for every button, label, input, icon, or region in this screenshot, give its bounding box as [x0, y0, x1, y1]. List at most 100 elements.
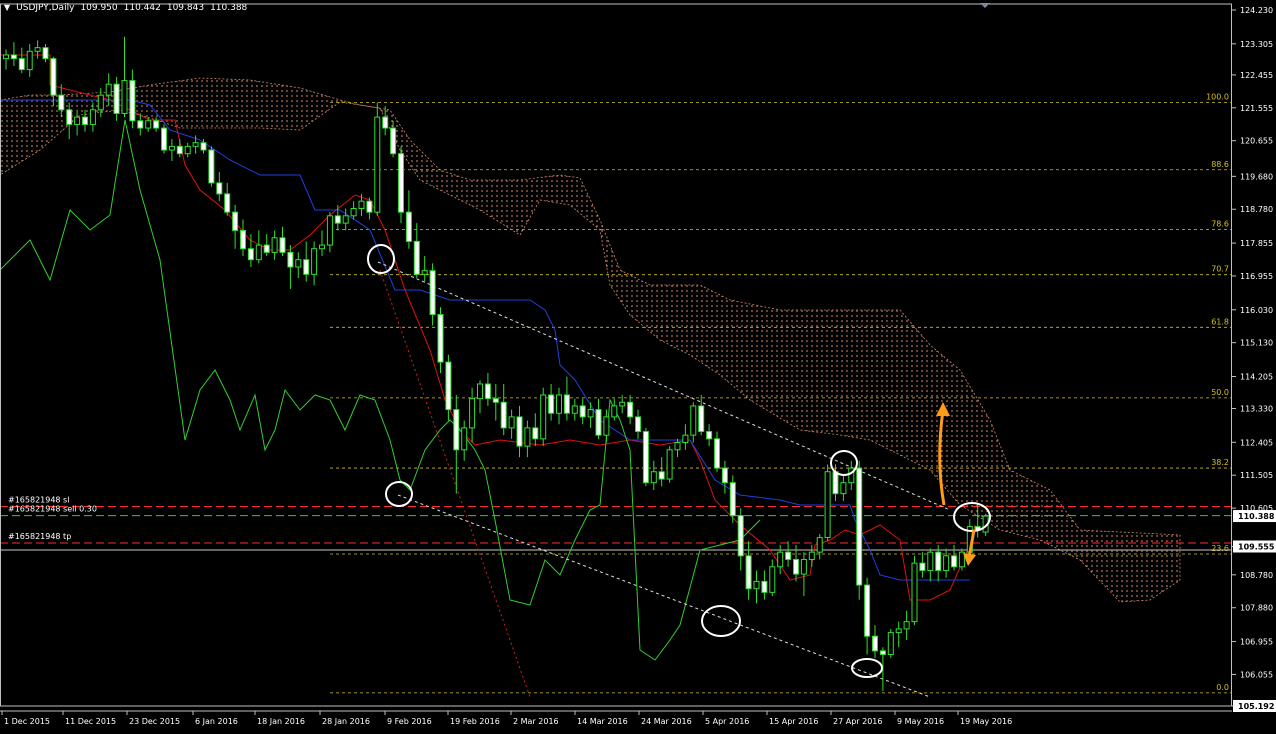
candle-body — [872, 635, 878, 652]
candle-body — [698, 405, 705, 433]
y-tick-label: 119.680 — [1240, 172, 1273, 181]
candle-body — [943, 555, 950, 571]
candle-body — [295, 259, 302, 268]
candle-body — [421, 270, 428, 275]
candle-body — [34, 47, 41, 52]
y-tick-label: 112.405 — [1240, 438, 1273, 447]
candle-body — [769, 566, 776, 593]
y-tick-label: 117.855 — [1240, 239, 1273, 248]
candle-body — [682, 434, 689, 443]
candle-body — [540, 394, 547, 440]
candle-body — [579, 405, 586, 418]
candle-body — [137, 120, 144, 129]
y-tick-label: 113.330 — [1240, 404, 1273, 413]
candle-body — [50, 58, 57, 96]
y-tick-label: 120.655 — [1240, 137, 1273, 146]
candle-body — [856, 467, 863, 586]
y-tick-label: 116.030 — [1240, 306, 1273, 315]
candle-body — [548, 394, 555, 414]
candle-body — [611, 405, 618, 418]
candle-body — [200, 142, 207, 151]
x-tick-label: 9 May 2016 — [897, 717, 944, 726]
candle-body — [666, 449, 673, 480]
candle-body — [358, 200, 365, 210]
close-price: 110.388 — [210, 3, 248, 13]
candle-body — [366, 200, 373, 213]
candle-body — [74, 116, 81, 125]
chart-title: ▼ USDJPY,Daily 109.950 110.442 109.843 110.38… — [4, 3, 253, 13]
candle-body — [761, 580, 768, 593]
candle-body — [927, 551, 934, 571]
y-tick-label: 111.505 — [1240, 471, 1273, 480]
candle-body — [477, 383, 483, 400]
candle-body — [587, 409, 594, 418]
dropdown-icon[interactable]: ▼ — [4, 3, 10, 12]
candle-body — [145, 120, 152, 129]
candle-body — [10, 54, 17, 60]
candle-body — [334, 215, 341, 224]
candle-body — [192, 142, 199, 147]
x-tick-label: 23 Dec 2015 — [129, 717, 180, 726]
candle-body — [563, 394, 570, 414]
candle-body — [911, 562, 918, 623]
fib-level-label: 78.6 — [1211, 219, 1229, 228]
candle-body — [58, 94, 65, 111]
chart-svg[interactable]: 100.0 88.6 78.6 70.7 61.8 50.0 38.2 23.6 0.0 #165… — [0, 0, 1276, 730]
tp-price-label: 109.555 — [1238, 542, 1275, 551]
x-tick-label: 9 Feb 2016 — [387, 717, 432, 726]
x-tick-label: 27 Apr 2016 — [833, 717, 882, 726]
candle-body — [287, 251, 294, 268]
candle-body — [405, 211, 412, 242]
symbol-label: USDJPY,Daily — [16, 3, 75, 13]
y-tick-label: 116.955 — [1240, 272, 1273, 281]
candle-body — [26, 50, 33, 71]
candle-body — [66, 109, 73, 125]
candle-body — [785, 551, 792, 560]
y-tick-label: 124.230 — [1240, 6, 1273, 15]
y-tick-label: 106.955 — [1240, 638, 1273, 647]
candle-body — [879, 650, 886, 656]
candle-body — [674, 441, 681, 451]
y-tick-label: 108.780 — [1240, 571, 1273, 580]
candle-body — [864, 584, 871, 637]
candle-body — [903, 621, 910, 630]
high-price: 110.442 — [123, 3, 161, 13]
candle-body — [532, 427, 539, 440]
order-label: #165821948 sl — [8, 495, 69, 504]
candle-body — [121, 80, 128, 114]
candle-body — [571, 405, 578, 414]
fib-level-label: 61.8 — [1211, 317, 1229, 326]
candle-body — [658, 471, 665, 480]
candle-body — [129, 80, 136, 122]
fib-level-label: 88.6 — [1211, 160, 1229, 169]
candle-body — [650, 471, 657, 484]
candle-body — [706, 431, 713, 440]
candle-body — [208, 149, 215, 184]
candle-body — [255, 244, 262, 261]
order-label: #165821948 tp — [8, 532, 71, 541]
candle-body — [556, 394, 562, 414]
candle-body — [445, 361, 452, 411]
candle-body — [271, 237, 278, 253]
y-tick-label: 115.130 — [1240, 339, 1273, 348]
fib-level-label: 70.7 — [1211, 265, 1229, 274]
candle-body — [398, 153, 404, 213]
candle-body — [437, 314, 444, 363]
candle-body — [216, 182, 223, 195]
candle-body — [113, 83, 120, 114]
candle-body — [595, 409, 602, 436]
candle-body — [319, 244, 325, 250]
candle-body — [453, 409, 460, 451]
candle-body — [808, 551, 815, 560]
fib-level-label: 0.0 — [1216, 683, 1229, 692]
candle-body — [176, 145, 183, 155]
candle-body — [729, 482, 736, 517]
y-tick-label: 121.555 — [1240, 104, 1273, 113]
candle-body — [413, 240, 420, 275]
current-price-label: 110.388 — [1238, 512, 1275, 521]
candle-body — [777, 551, 784, 568]
candle-body — [516, 416, 523, 447]
chart-area[interactable]: 100.0 88.6 78.6 70.7 61.8 50.0 38.2 23.6 0.0 #165… — [0, 0, 1276, 730]
candle-body — [350, 208, 357, 217]
x-tick-label: 28 Jan 2016 — [322, 717, 370, 726]
